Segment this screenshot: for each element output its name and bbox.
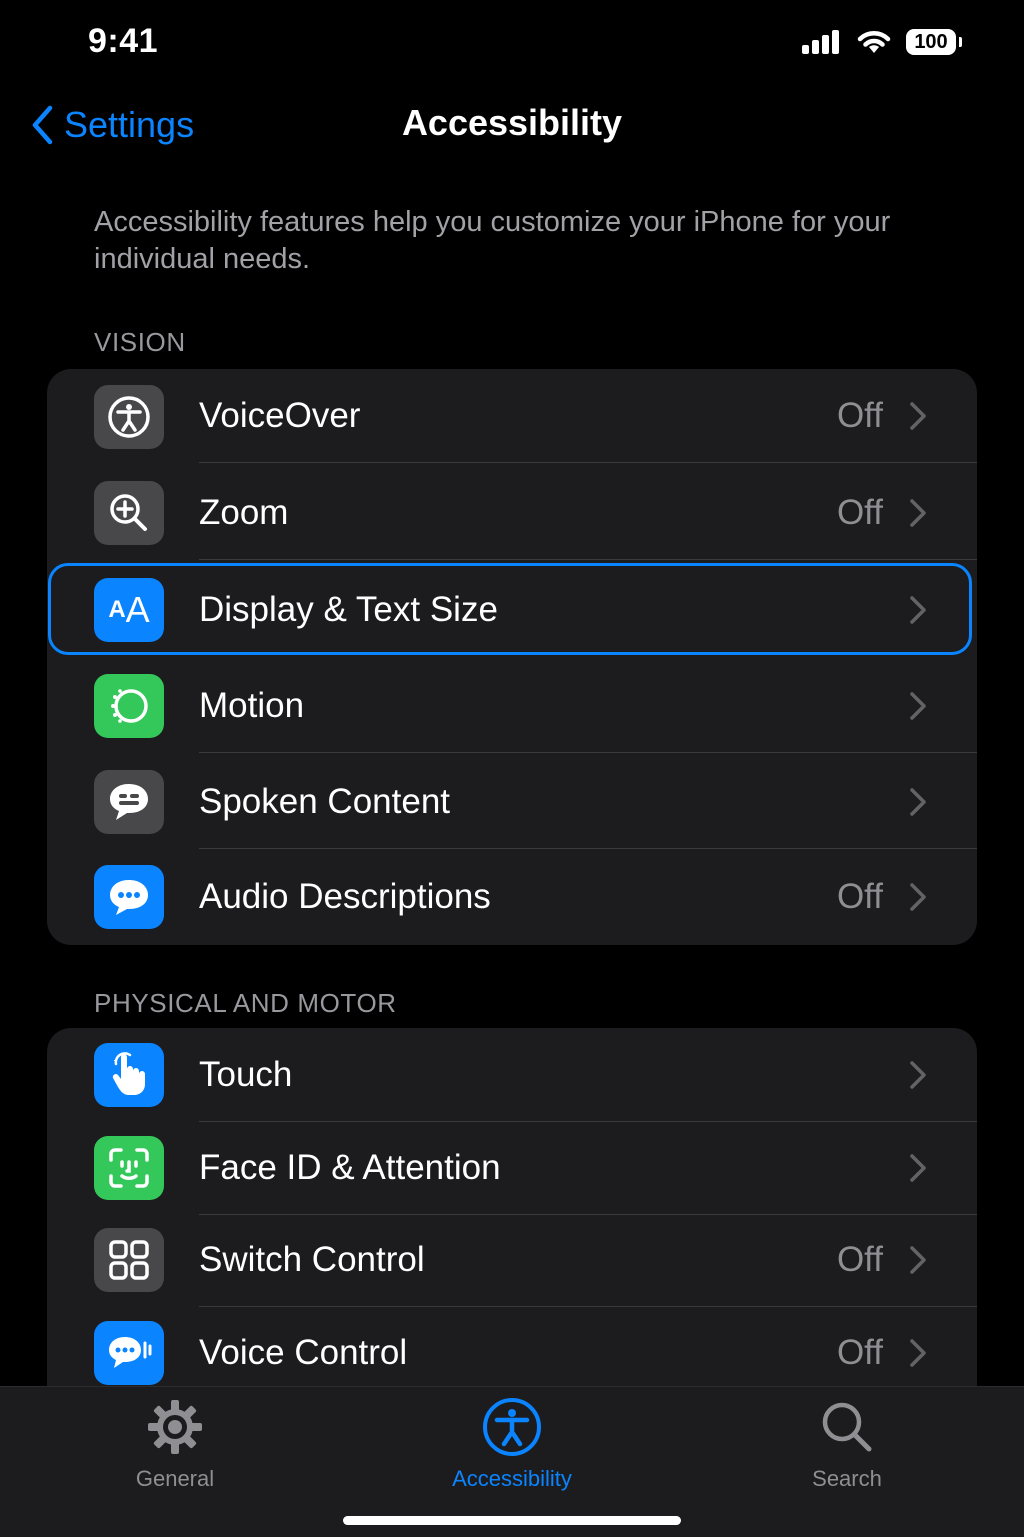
- tab-search[interactable]: Search: [747, 1397, 947, 1492]
- row-separator: [199, 462, 977, 463]
- row-separator: [199, 559, 977, 560]
- row-voiceover[interactable]: VoiceOver Off: [47, 369, 977, 463]
- text-size-icon: AA: [94, 578, 164, 642]
- tab-label: Search: [812, 1466, 882, 1491]
- row-zoom[interactable]: Zoom Off: [47, 466, 977, 560]
- section-header-vision: VISION: [94, 327, 186, 357]
- row-label: VoiceOver: [199, 396, 361, 435]
- touch-icon: [94, 1043, 164, 1107]
- home-indicator[interactable]: [343, 1516, 681, 1525]
- row-value: Off: [836, 1240, 883, 1279]
- chevron-right-icon: [910, 499, 926, 527]
- spoken-content-icon: [94, 770, 164, 834]
- row-face-id-attention[interactable]: Face ID & Attention: [47, 1121, 977, 1215]
- chevron-right-icon: [910, 1061, 926, 1089]
- tab-label: General: [135, 1466, 215, 1491]
- chevron-right-icon: [910, 596, 926, 624]
- chevron-right-icon: [910, 1154, 926, 1182]
- zoom-icon: [94, 481, 164, 545]
- motion-icon: [94, 674, 164, 738]
- tab-accessibility[interactable]: Accessibility: [412, 1397, 612, 1492]
- audio-descriptions-icon: [94, 865, 164, 929]
- row-label: Face ID & Attention: [199, 1148, 501, 1187]
- switch-control-icon: [94, 1228, 164, 1292]
- row-switch-control[interactable]: Switch Control Off: [47, 1213, 977, 1307]
- row-label: Motion: [199, 686, 305, 725]
- status-icons: 100: [802, 24, 962, 60]
- face-id-icon: [94, 1136, 164, 1200]
- battery-icon: 100: [906, 29, 962, 55]
- tab-label: Accessibility: [452, 1466, 572, 1491]
- page-title: Accessibility: [401, 102, 623, 143]
- row-audio-descriptions[interactable]: Audio Descriptions Off: [47, 850, 977, 944]
- chevron-right-icon: [910, 883, 926, 911]
- section-header-physical-motor: PHYSICAL AND MOTOR: [94, 988, 397, 1018]
- row-label: Audio Descriptions: [199, 877, 491, 916]
- row-spoken-content[interactable]: Spoken Content: [47, 755, 977, 849]
- vision-group: VoiceOver Off Zoom Off AA Display & Text…: [47, 369, 977, 945]
- chevron-right-icon: [910, 402, 926, 430]
- row-value: Off: [836, 1333, 883, 1372]
- row-value: Off: [836, 877, 883, 916]
- chevron-right-icon: [910, 1339, 926, 1367]
- accessibility-icon: [483, 1398, 541, 1456]
- search-icon: [822, 1402, 872, 1452]
- tab-general[interactable]: General: [75, 1397, 275, 1492]
- wifi-icon: [857, 31, 891, 53]
- row-touch[interactable]: Touch: [47, 1028, 977, 1122]
- accessibility-icon: [94, 385, 164, 449]
- row-separator: [199, 848, 977, 849]
- row-label: Display & Text Size: [199, 590, 498, 629]
- tab-bar: General Accessibility Search: [0, 1386, 1024, 1537]
- chevron-right-icon: [910, 692, 926, 720]
- chevron-right-icon: [910, 788, 926, 816]
- row-label: Touch: [199, 1055, 293, 1094]
- row-label: Voice Control: [199, 1333, 408, 1372]
- row-label: Switch Control: [199, 1240, 425, 1279]
- row-motion[interactable]: Motion: [47, 659, 977, 753]
- page-description: Accessibility features help you customiz…: [94, 206, 891, 275]
- cellular-signal-icon: [802, 30, 839, 54]
- chevron-right-icon: [910, 1246, 926, 1274]
- voice-control-icon: [94, 1321, 164, 1385]
- row-value: Off: [836, 396, 883, 435]
- row-display-text-size[interactable]: AA Display & Text Size: [47, 563, 977, 657]
- status-time: 9:41: [88, 22, 159, 60]
- row-label: Zoom: [199, 493, 289, 532]
- battery-level: 100: [914, 30, 948, 53]
- physical-motor-group: Touch Face ID & Attention Switch Control: [47, 1028, 977, 1448]
- gear-icon: [148, 1400, 202, 1454]
- row-separator: [199, 752, 977, 753]
- row-value: Off: [836, 493, 883, 532]
- row-label: Spoken Content: [199, 782, 451, 821]
